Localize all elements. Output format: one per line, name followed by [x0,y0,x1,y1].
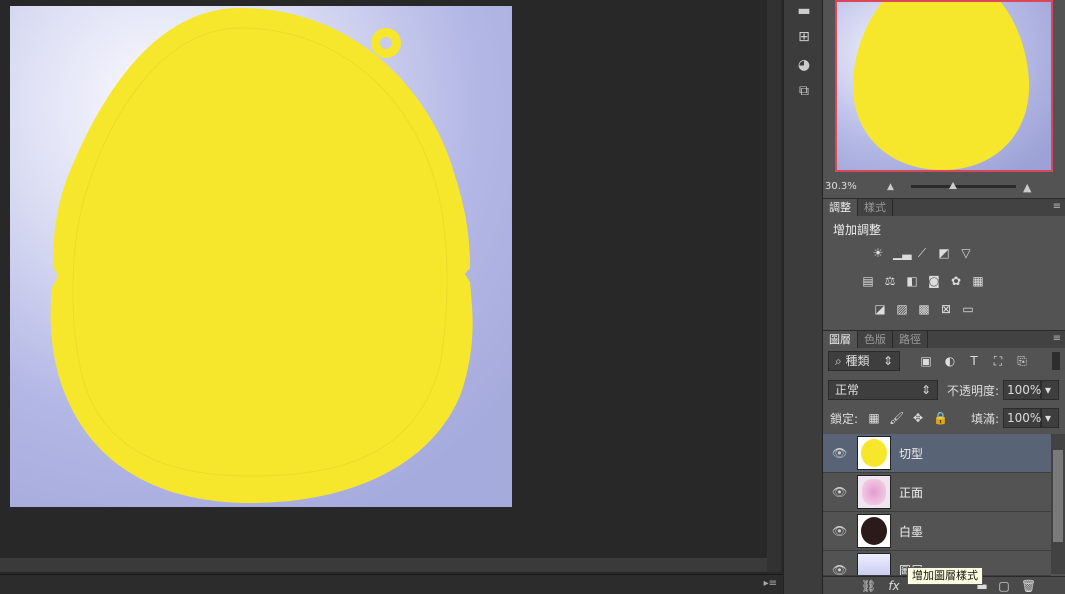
layer-name[interactable]: 切型 [899,445,923,462]
fill-input[interactable]: 100% [1003,408,1041,428]
opacity-dropdown-arrow[interactable]: ▾ [1041,380,1059,400]
adjustments-menu-icon[interactable]: ≡ [1053,201,1061,212]
navigator-preview[interactable] [835,0,1053,172]
layer-name[interactable]: 白墨 [899,523,923,540]
lock-label: 鎖定: [830,412,859,426]
navigator-dock-icon[interactable]: ▬ [792,0,816,22]
lock-all-icon[interactable]: 🔒 [933,411,948,425]
layers-tabs: 圖層 色版 路徑 ≡ [823,330,1065,348]
lock-transparent-icon[interactable]: ▦ [867,411,881,425]
adjustments-title: 增加調整 [833,223,882,237]
layers-menu-icon[interactable]: ≡ [1053,333,1061,344]
eye-icon[interactable]: 👁 [832,563,847,575]
eye-icon[interactable]: 👁 [832,446,847,460]
eye-icon[interactable]: 👁 [832,485,847,499]
filter-smart-object-icon[interactable]: ⎘ [1015,354,1029,368]
blend-mode-value: 正常 [835,383,860,397]
trash-icon[interactable]: 🗑 [1021,579,1036,593]
layers-scroll-thumb[interactable] [1053,450,1063,542]
lock-move-icon[interactable]: ✥ [911,411,925,425]
lock-paint-icon[interactable]: 🖌 [889,411,904,425]
channel-mixer-icon[interactable]: ✿ [949,274,963,288]
blend-mode-dropdown[interactable]: 正常 ⇕ [828,380,938,400]
layer-thumbnail [857,553,891,575]
hue-sat-icon[interactable]: ▤ [861,274,875,288]
opacity-label: 不透明度: [947,384,1000,398]
vibrance-icon[interactable]: ▽ [959,246,973,260]
yellow-shape [10,6,512,507]
tab-styles[interactable]: 樣式 [858,199,893,216]
layer-row[interactable]: 👁 白墨 [823,512,1051,551]
filter-kind-value: 種類 [845,354,870,368]
filter-toggle[interactable] [1052,352,1060,370]
navigator-zoom-value[interactable]: 30.3% [825,181,857,192]
fx-icon[interactable]: fx [887,579,901,593]
status-bar: ▸≡ [0,574,783,594]
zoom-out-icon[interactable]: ▲ [887,182,894,192]
layer-row[interactable]: 👁 切型 [823,434,1051,473]
tab-layers[interactable]: 圖層 [823,331,858,348]
palette-dock-icon[interactable]: ◕ [792,54,816,76]
layer-thumbnail [857,475,891,509]
panel-dock-strip: ▬ ⊞ ◕ ⧉ [783,0,823,594]
exposure-icon[interactable]: ◩ [937,246,951,260]
levels-icon[interactable]: ▁▃ [893,246,911,260]
invert-icon[interactable]: ◪ [873,302,887,316]
layer-filter-icons: ▣ ◐ T ⛶ ⎘ [919,354,1029,368]
navigator-zoom-slider[interactable] [911,185,1016,188]
selective-color-icon[interactable]: ⊠ [939,302,953,316]
layer-name[interactable]: 正面 [899,484,923,501]
lock-icons: ▦ 🖌 ✥ 🔒 [867,411,948,425]
layer-thumbnail [857,514,891,548]
photo-filter-icon[interactable]: ◙ [927,274,941,288]
new-layer-icon[interactable]: ▢ [997,579,1011,593]
layer-row[interactable]: 👁 正面 [823,473,1051,512]
navigator-thumbnail [837,2,1051,170]
link-icon[interactable]: ⛓ [861,579,876,593]
opacity-input[interactable]: 100% [1003,380,1041,400]
grid-dock-icon[interactable]: ⊞ [792,26,816,48]
adjustments-tabs: 調整 樣式 ≡ [823,198,1065,216]
canvas-area[interactable]: ▸≡ [0,0,783,594]
tab-paths[interactable]: 路徑 [893,331,928,348]
chevron-updown-icon: ⇕ [920,383,931,397]
filter-pixel-icon[interactable]: ▣ [919,354,933,368]
layer-filter-dropdown[interactable]: ⌕ 種類 ⇕ [828,351,900,371]
layer-thumbnail [857,436,891,470]
horizontal-scrollbar[interactable] [0,558,767,572]
tab-adjustments[interactable]: 調整 [823,199,858,216]
gradient-map-icon[interactable]: ▭ [961,302,975,316]
vertical-scrollbar[interactable] [767,0,781,572]
document-canvas[interactable] [10,6,512,507]
posterize-icon[interactable]: ▨ [895,302,909,316]
brightness-icon[interactable]: ☀ [871,246,885,260]
filter-type-icon[interactable]: T [967,354,981,368]
status-menu-icon[interactable]: ▸≡ [764,578,777,589]
eye-icon[interactable]: 👁 [832,524,847,538]
right-panels: 30.3% ▲ ▲ 調整 樣式 ≡ 增加調整 ☀ ▁▃ ⟋ ◩ ▽ ▤ ⚖ ◧ … [823,0,1065,594]
filter-shape-icon[interactable]: ⛶ [991,354,1005,368]
fill-label: 填滿: [971,412,1000,426]
filter-adjustment-icon[interactable]: ◐ [943,354,957,368]
color-lookup-icon[interactable]: ▦ [971,274,985,288]
fill-dropdown-arrow[interactable]: ▾ [1041,408,1059,428]
chevron-updown-icon: ⇕ [882,354,893,368]
color-balance-icon[interactable]: ⚖ [883,274,897,288]
zoom-slider-knob[interactable] [949,182,957,189]
cube-dock-icon[interactable]: ⧉ [792,80,816,102]
navigator-panel: 30.3% ▲ ▲ [823,0,1065,198]
search-icon: ⌕ [835,354,846,368]
adjustments-row-2: ▤ ⚖ ◧ ◙ ✿ ▦ [861,274,985,288]
curves-icon[interactable]: ⟋ [915,246,929,260]
adjustments-row-1: ☀ ▁▃ ⟋ ◩ ▽ [871,246,973,260]
bw-icon[interactable]: ◧ [905,274,919,288]
adjustments-row-3: ◪ ▨ ▩ ⊠ ▭ [873,302,975,316]
zoom-in-icon[interactable]: ▲ [1023,181,1031,194]
threshold-icon[interactable]: ▩ [917,302,931,316]
tooltip: 增加圖層樣式 [907,567,983,585]
tab-channels[interactable]: 色版 [858,331,893,348]
